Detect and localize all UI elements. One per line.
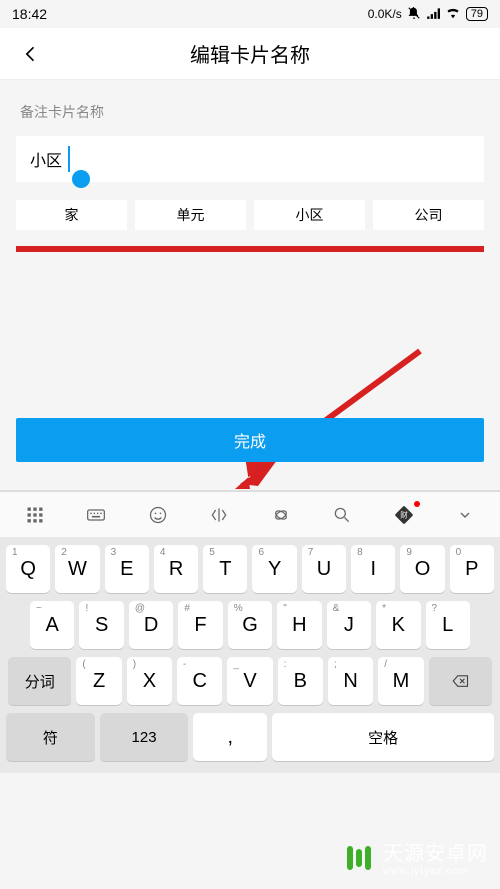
wifi-icon (445, 6, 461, 23)
dnd-icon (407, 6, 421, 23)
grid-icon[interactable] (17, 497, 53, 533)
key-z[interactable]: (Z (76, 657, 121, 705)
suggestion-unit[interactable]: 单元 (135, 200, 246, 230)
key-w[interactable]: 2W (55, 545, 99, 593)
text-cursor (68, 146, 70, 172)
virtual-keyboard: 1Q 2W 3E 4R 5T 6Y 7U 8I 9O 0P ~A !S @D #… (0, 537, 500, 773)
suggestion-company[interactable]: 公司 (373, 200, 484, 230)
keyboard-switch-icon[interactable] (78, 497, 114, 533)
watermark-overlay: 天源安卓网 www.jytyaz.com (0, 831, 500, 889)
suggestion-row: 家 单元 小区 公司 (16, 200, 484, 230)
key-r[interactable]: 4R (154, 545, 198, 593)
suggestion-community[interactable]: 小区 (254, 200, 365, 230)
key-f[interactable]: #F (178, 601, 222, 649)
content-area: 备注卡片名称 家 单元 小区 公司 完成 (0, 80, 500, 490)
collapse-icon[interactable] (447, 497, 483, 533)
key-backspace[interactable] (429, 657, 492, 705)
key-comma[interactable]: , (193, 713, 267, 761)
key-numbers[interactable]: 123 (100, 713, 189, 761)
key-row-1: 1Q 2W 3E 4R 5T 6Y 7U 8I 9O 0P (4, 545, 496, 593)
watermark-domain: www.jytyaz.com (383, 866, 468, 878)
clipboard-icon[interactable] (263, 497, 299, 533)
key-row-2: ~A !S @D #F %G "H &J *K ?L (4, 601, 496, 649)
finance-icon[interactable]: 财 (386, 497, 422, 533)
key-c[interactable]: -C (177, 657, 222, 705)
done-button[interactable]: 完成 (16, 418, 484, 462)
key-o[interactable]: 9O (400, 545, 444, 593)
key-b[interactable]: :B (278, 657, 323, 705)
status-time: 18:42 (12, 6, 47, 22)
battery-icon: 79 (466, 7, 488, 21)
key-h[interactable]: "H (277, 601, 321, 649)
key-symbols[interactable]: 符 (6, 713, 95, 761)
key-x[interactable]: )X (127, 657, 172, 705)
suggestion-home[interactable]: 家 (16, 200, 127, 230)
key-y[interactable]: 6Y (252, 545, 296, 593)
watermark-logo (347, 846, 375, 874)
search-icon[interactable] (324, 497, 360, 533)
section-label: 备注卡片名称 (16, 102, 484, 122)
cursor-move-icon[interactable] (201, 497, 237, 533)
key-l[interactable]: ?L (426, 601, 470, 649)
key-row-3: 分词 (Z )X -C _V :B ;N /M (4, 657, 496, 705)
emoji-icon[interactable] (140, 497, 176, 533)
key-split-word[interactable]: 分词 (8, 657, 71, 705)
watermark-name: 天源安卓网 (383, 842, 488, 866)
key-v[interactable]: _V (227, 657, 272, 705)
key-s[interactable]: !S (79, 601, 123, 649)
back-button[interactable] (16, 39, 46, 69)
status-right: 0.0K/s 79 (368, 6, 488, 23)
page-title: 编辑卡片名称 (46, 39, 454, 68)
key-n[interactable]: ;N (328, 657, 373, 705)
key-a[interactable]: ~A (30, 601, 74, 649)
key-d[interactable]: @D (129, 601, 173, 649)
key-g[interactable]: %G (228, 601, 272, 649)
key-j[interactable]: &J (327, 601, 371, 649)
key-m[interactable]: /M (378, 657, 423, 705)
net-speed: 0.0K/s (368, 7, 402, 21)
key-u[interactable]: 7U (302, 545, 346, 593)
input-wrapper (16, 136, 484, 182)
cursor-handle[interactable] (72, 170, 90, 188)
key-e[interactable]: 3E (105, 545, 149, 593)
svg-text:财: 财 (400, 509, 408, 519)
key-row-4: 符 123 , 空格 (4, 713, 496, 761)
key-q[interactable]: 1Q (6, 545, 50, 593)
key-t[interactable]: 5T (203, 545, 247, 593)
signal-icon (426, 6, 440, 23)
nav-bar: 编辑卡片名称 (0, 28, 500, 80)
status-bar: 18:42 0.0K/s 79 (0, 0, 500, 28)
keyboard-toolbar: 财 (0, 491, 500, 537)
key-k[interactable]: *K (376, 601, 420, 649)
key-i[interactable]: 8I (351, 545, 395, 593)
key-space[interactable]: 空格 (272, 713, 494, 761)
key-p[interactable]: 0P (450, 545, 494, 593)
annotation-line (16, 246, 484, 252)
